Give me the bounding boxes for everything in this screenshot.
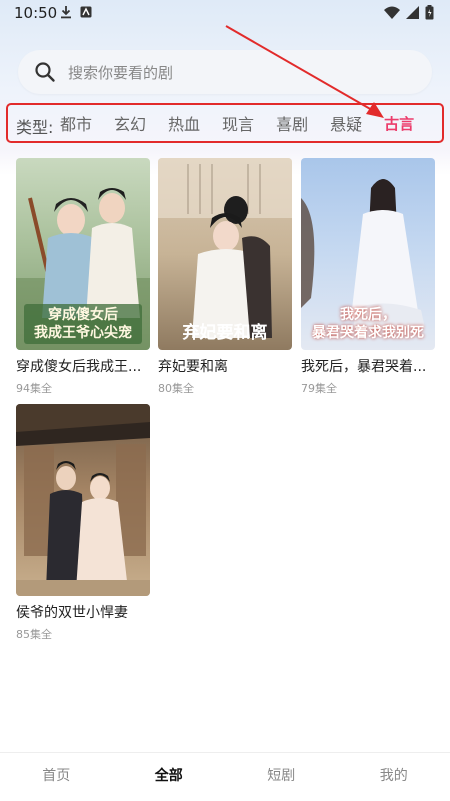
nav-short-drama[interactable]: 短剧 [225,753,338,801]
search-input[interactable] [66,58,410,88]
status-time: 10:50 [14,4,57,22]
drama-episodes: 85集全 [16,626,150,642]
drama-card[interactable]: 侯爷的双世小悍妻 85集全 [16,404,150,642]
poster-artwork [16,404,150,596]
type-item-xianyan[interactable]: 现言 [222,111,254,135]
nav-mine[interactable]: 我的 [338,753,450,801]
battery-icon [425,5,434,20]
nav-home[interactable]: 首页 [0,753,113,801]
type-item-dushi[interactable]: 都市 [60,111,92,135]
drama-episodes: 79集全 [301,380,435,396]
type-filter-label: 类型: [16,114,53,138]
search-icon [34,61,56,83]
signal-icon [406,6,419,19]
poster-artwork [158,158,292,350]
download-icon [60,5,72,19]
status-bar: 10:50 [0,0,450,28]
search-bar[interactable] [18,50,432,94]
drama-title[interactable]: 弃妃要和离 [158,356,292,376]
status-icons-left [60,5,92,19]
poster-caption: 穿成傻女后 我成王爷心尖宠 [20,306,146,342]
drama-card[interactable]: 弃妃要和离 弃妃要和离 80集全 [158,158,292,396]
drama-title[interactable]: 穿成傻女后我成王... [16,356,150,376]
drama-episodes: 80集全 [158,380,292,396]
drama-card[interactable]: 我死后， 暴君哭着求我别死 我死后，暴君哭着... 79集全 [301,158,435,396]
poster-caption: 弃妃要和离 [162,324,288,342]
nav-all[interactable]: 全部 [113,753,226,801]
drama-title[interactable]: 我死后，暴君哭着... [301,356,435,376]
type-item-guyan[interactable]: 古言 [384,113,414,134]
drama-card[interactable]: 穿成傻女后 我成王爷心尖宠 穿成傻女后我成王... 94集全 [16,158,150,396]
type-item-xuanhuan[interactable]: 玄幻 [114,111,146,135]
drama-episodes: 94集全 [16,380,150,396]
type-filter-bar: 类型: 都市 玄幻 热血 现言 喜剧 悬疑 古言 [6,103,444,143]
type-item-rexue[interactable]: 热血 [168,111,200,135]
poster-caption: 我死后， 暴君哭着求我别死 [305,306,431,342]
drama-poster[interactable]: 我死后， 暴君哭着求我别死 [301,158,435,350]
type-item-xiju[interactable]: 喜剧 [276,111,308,135]
wifi-icon [384,6,400,19]
drama-poster[interactable]: 弃妃要和离 [158,158,292,350]
drama-poster[interactable]: 穿成傻女后 我成王爷心尖宠 [16,158,150,350]
app-notification-icon [80,6,92,18]
drama-title[interactable]: 侯爷的双世小悍妻 [16,602,150,622]
type-item-xuanyi[interactable]: 悬疑 [330,111,362,135]
bottom-nav: 首页 全部 短剧 我的 [0,752,450,801]
status-icons-right [384,5,434,20]
drama-poster[interactable] [16,404,150,596]
type-filter-items: 都市 玄幻 热血 现言 喜剧 悬疑 古言 [68,105,436,141]
